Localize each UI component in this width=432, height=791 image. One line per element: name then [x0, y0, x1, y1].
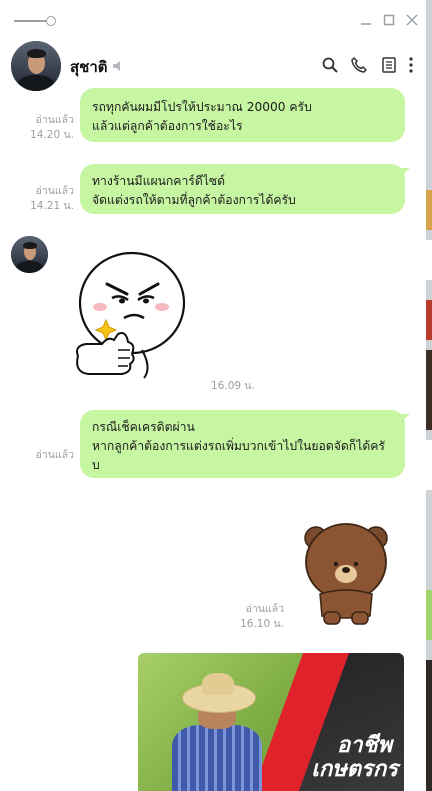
window-slider-icon[interactable]: [14, 16, 56, 26]
message-bubble[interactable]: กรณีเช็คเครดิตผ่าน หากลูกค้าต้องการแต่งร…: [80, 410, 405, 478]
brown-bear-sticker[interactable]: [300, 516, 392, 628]
notes-icon[interactable]: [380, 56, 398, 74]
message-line: รถทุกคันผมมีโปรให้ประมาณ 20000 ครับ: [92, 100, 312, 114]
read-label: อ่านแล้ว: [35, 185, 74, 197]
moon-sticker[interactable]: [72, 250, 190, 380]
message-line: บ: [92, 458, 100, 472]
mute-icon: [111, 58, 125, 72]
image-message[interactable]: อาชีพ เกษตรกร: [138, 653, 404, 791]
read-label: อ่านแล้ว: [35, 114, 74, 126]
message-bubble[interactable]: ทางร้านมีแผนกคาร์ดีไซด์ จัดแต่งรถให้ตามท…: [80, 164, 405, 214]
image-text-line: เกษตรกร: [311, 757, 398, 782]
message-time: 14.20 น.: [30, 129, 74, 141]
bubble-tail: [400, 168, 410, 177]
message-line: ทางร้านมีแผนกคาร์ดีไซด์: [92, 174, 226, 188]
sender-avatar[interactable]: [11, 236, 48, 273]
message-line: จัดแต่งรถให้ตามที่ลูกค้าต้องการได้ครับ: [92, 193, 296, 207]
message-time: 16.10 น.: [240, 618, 284, 630]
chat-window: สุชาติ รถทุกคันผมมีโปรให้ประมาณ 20000 คร…: [0, 0, 426, 791]
sticker-meta: อ่านแล้ว 16.10 น.: [220, 602, 284, 632]
message-meta: อ่านแล้ว 14.20 น.: [20, 113, 74, 143]
contact-name[interactable]: สุชาติ: [70, 55, 108, 79]
message-line: กรณีเช็คเครดิตผ่าน: [92, 420, 195, 434]
more-icon[interactable]: [406, 56, 416, 74]
message-meta: อ่านแล้ว: [20, 448, 74, 463]
sticker-time: 16.09 น.: [211, 380, 255, 392]
bubble-tail: [400, 414, 410, 423]
search-icon[interactable]: [321, 56, 339, 74]
message-time: 14.21 น.: [30, 200, 74, 212]
chat-header: สุชาติ: [0, 40, 426, 92]
close-icon[interactable]: [404, 12, 420, 28]
title-bar: [0, 0, 426, 40]
maximize-icon[interactable]: [381, 12, 397, 28]
message-line: แล้วแต่ลูกค้าต้องการใช้อะไร: [92, 119, 243, 133]
read-label: อ่านแล้ว: [35, 449, 74, 461]
message-meta: อ่านแล้ว 14.21 น.: [20, 184, 74, 214]
message-line: หากลูกค้าต้องการแต่งรถเพิ่มบวกเข้าไปในยอ…: [92, 439, 385, 453]
message-bubble[interactable]: รถทุกคันผมมีโปรให้ประมาณ 20000 ครับ แล้ว…: [80, 88, 405, 142]
phone-icon[interactable]: [350, 56, 368, 74]
minimize-icon[interactable]: [358, 12, 374, 28]
read-label: อ่านแล้ว: [245, 603, 284, 615]
background-window-edge: [426, 0, 432, 791]
contact-avatar[interactable]: [11, 41, 61, 91]
